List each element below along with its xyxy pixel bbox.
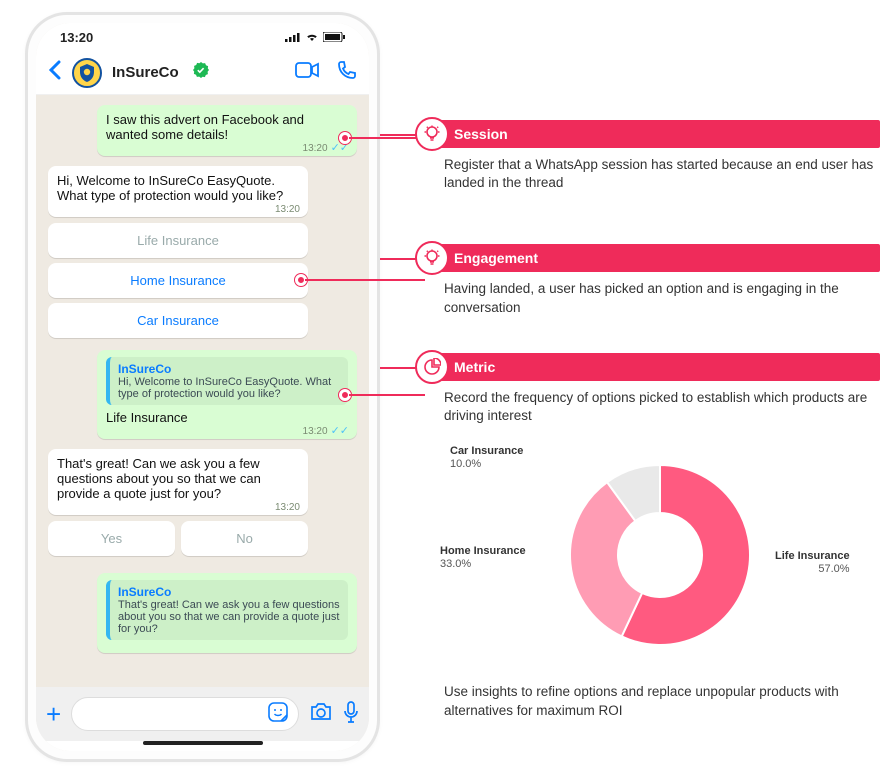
quick-reply-no[interactable]: No (181, 521, 308, 556)
voice-call-icon[interactable] (337, 60, 357, 85)
phone-screen: 13:20 InSureCo (36, 23, 369, 751)
quote-body: That's great! Can we ask you a few quest… (118, 599, 340, 635)
camera-icon[interactable] (309, 702, 333, 727)
quote-body: Hi, Welcome to InSureCo EasyQuote. What … (118, 376, 340, 400)
lightbulb-icon (415, 117, 449, 151)
callout-title: Session (454, 126, 508, 142)
text-input[interactable] (71, 697, 299, 731)
callout-header: Session (440, 120, 880, 148)
message-input-bar: + (36, 687, 369, 741)
connector-line (349, 394, 425, 396)
chat-header: InSureCo (36, 51, 369, 95)
callout-header: Metric (440, 353, 880, 381)
message-incoming[interactable]: That's great! Can we ask you a few quest… (48, 449, 308, 515)
callout-body: Having landed, a user has picked an opti… (440, 280, 880, 316)
status-time: 13:20 (60, 30, 93, 45)
quote-sender: InSureCo (118, 585, 340, 599)
pie-chart-icon (415, 350, 449, 384)
connector-line (349, 137, 425, 139)
message-text: I saw this advert on Facebook and wanted… (106, 112, 304, 142)
callout-engagement: Engagement Having landed, a user has pic… (440, 244, 880, 316)
quick-reply-yes[interactable]: Yes (48, 521, 175, 556)
shield-icon (79, 64, 95, 82)
message-text: That's great! Can we ask you a few quest… (57, 456, 261, 501)
callout-body: Record the frequency of options picked t… (440, 389, 880, 425)
callout-session: Session Register that a WhatsApp session… (440, 120, 880, 192)
verified-icon (193, 62, 209, 83)
attach-icon[interactable]: + (46, 699, 61, 730)
sticker-icon[interactable] (268, 702, 288, 727)
callout-title: Metric (454, 359, 495, 375)
phone-frame: 13:20 InSureCo (25, 12, 380, 762)
back-icon[interactable] (48, 60, 62, 85)
message-text: Life Insurance (106, 410, 188, 425)
signal-icon (285, 32, 301, 42)
callout-body: Register that a WhatsApp session has sta… (440, 156, 880, 192)
message-timestamp: 13:20✓✓ (303, 424, 349, 437)
quoted-message: InSureCo That's great! Can we ask you a … (106, 580, 348, 640)
chart-label-car: Car Insurance10.0% (450, 445, 523, 470)
status-indicators (285, 32, 345, 42)
connector-line (305, 279, 425, 281)
contact-name[interactable]: InSureCo (112, 64, 179, 81)
quick-reply-option[interactable]: Car Insurance (48, 303, 308, 338)
lightbulb-icon (415, 241, 449, 275)
wifi-icon (305, 32, 319, 42)
chart-label-life: Life Insurance57.0% (775, 550, 850, 575)
callout-metric: Metric Record the frequency of options p… (440, 353, 880, 720)
video-call-icon[interactable] (295, 62, 319, 83)
message-text: Hi, Welcome to InSureCo EasyQuote. What … (57, 173, 283, 203)
status-bar: 13:20 (36, 23, 369, 51)
message-outgoing-quote[interactable]: InSureCo Hi, Welcome to InSureCo EasyQuo… (97, 350, 357, 439)
quick-reply-option[interactable]: Home Insurance (48, 263, 308, 298)
callout-title: Engagement (454, 250, 538, 266)
quote-sender: InSureCo (118, 362, 340, 376)
message-timestamp: 13:20 (275, 502, 300, 513)
donut-chart: Car Insurance10.0% Home Insurance33.0% L… (440, 435, 880, 675)
quick-reply-option[interactable]: Life Insurance (48, 223, 308, 258)
chat-body: I saw this advert on Facebook and wanted… (36, 95, 369, 687)
chart-label-home: Home Insurance33.0% (440, 545, 526, 570)
message-timestamp: 13:20 (275, 204, 300, 215)
mic-icon[interactable] (343, 701, 359, 728)
battery-icon (323, 32, 345, 42)
callouts-panel: Session Register that a WhatsApp session… (440, 120, 880, 748)
callout-footer: Use insights to refine options and repla… (440, 683, 880, 719)
message-incoming[interactable]: Hi, Welcome to InSureCo EasyQuote. What … (48, 166, 308, 217)
avatar[interactable] (72, 58, 102, 88)
message-outgoing[interactable]: I saw this advert on Facebook and wanted… (97, 105, 357, 156)
quoted-message: InSureCo Hi, Welcome to InSureCo EasyQuo… (106, 357, 348, 405)
home-indicator (36, 741, 369, 751)
callout-header: Engagement (440, 244, 880, 272)
message-outgoing-quote[interactable]: InSureCo That's great! Can we ask you a … (97, 573, 357, 653)
